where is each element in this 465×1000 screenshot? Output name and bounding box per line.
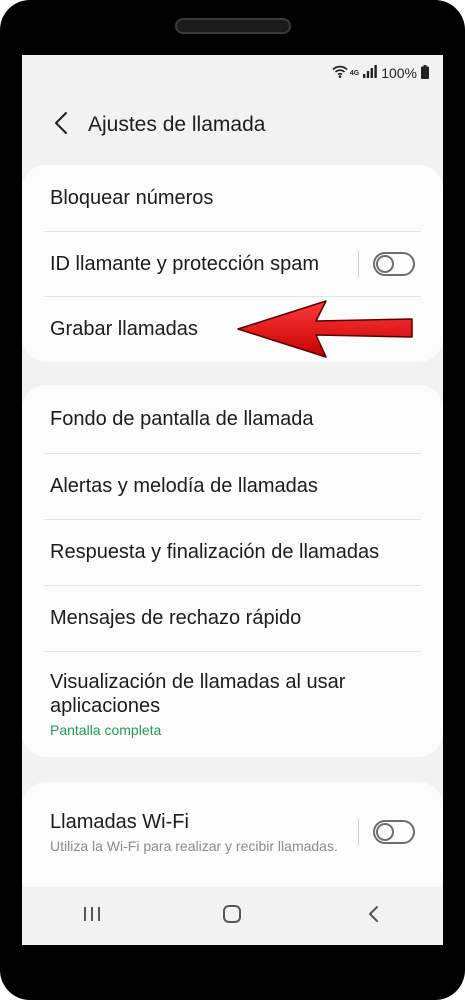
- nav-back-button[interactable]: [343, 896, 403, 936]
- setting-label: Mensajes de rechazo rápido: [50, 607, 302, 629]
- vertical-divider: [358, 250, 359, 277]
- setting-label: Bloquear números: [50, 187, 214, 209]
- wifi-calling-toggle[interactable]: [373, 820, 415, 844]
- setting-label: Alertas y melodía de llamadas: [50, 475, 318, 497]
- speaker-grille: [175, 18, 291, 34]
- setting-label: ID llamante y protección spam: [50, 252, 320, 275]
- setting-value: Pantalla completa: [50, 722, 162, 738]
- setting-caller-id-spam[interactable]: ID llamante y protección spam: [22, 231, 443, 296]
- battery-percentage: 100%: [381, 65, 417, 81]
- recents-icon: [83, 906, 101, 927]
- page-title: Ajustes de llamada: [88, 113, 266, 136]
- signal-icon: [363, 65, 377, 81]
- settings-card-wifi-calling: Llamadas Wi-Fi Utiliza la Wi-Fi para rea…: [22, 782, 443, 902]
- vertical-divider: [358, 819, 359, 845]
- setting-wifi-calling[interactable]: Llamadas Wi-Fi Utiliza la Wi-Fi para rea…: [22, 782, 443, 882]
- toggle-knob: [376, 254, 394, 273]
- screen: 4G 100% Ajustes de llamada Bloquear núme…: [22, 55, 443, 945]
- phone-frame: 4G 100% Ajustes de llamada Bloquear núme…: [0, 0, 465, 1000]
- navigation-bar: [22, 887, 443, 945]
- setting-call-display-in-apps[interactable]: Visualización de llamadas al usar aplica…: [22, 651, 443, 757]
- settings-card-call-display: Fondo de pantalla de llamada Alertas y m…: [22, 385, 443, 757]
- home-button[interactable]: [202, 896, 262, 936]
- caller-id-spam-toggle[interactable]: [373, 251, 415, 276]
- setting-alerts-ringtone[interactable]: Alertas y melodía de llamadas: [22, 453, 443, 519]
- setting-call-wallpaper[interactable]: Fondo de pantalla de llamada: [22, 385, 443, 453]
- back-button[interactable]: [44, 105, 78, 145]
- network-type: 4G: [349, 69, 360, 77]
- setting-text-block: Llamadas Wi-Fi Utiliza la Wi-Fi para rea…: [50, 810, 348, 855]
- chevron-left-icon: [54, 111, 68, 140]
- red-arrow-icon: [237, 300, 413, 358]
- setting-text-block: Visualización de llamadas al usar aplica…: [50, 670, 415, 738]
- home-icon: [222, 904, 242, 929]
- setting-description: Utiliza la Wi-Fi para realizar y recibir…: [50, 837, 338, 854]
- wifi-icon: [332, 65, 348, 81]
- setting-block-numbers[interactable]: Bloquear números: [22, 165, 443, 231]
- setting-answer-end-calls[interactable]: Respuesta y finalización de llamadas: [22, 519, 443, 585]
- setting-label: Llamadas Wi-Fi: [50, 810, 189, 833]
- nav-back-icon: [367, 905, 379, 928]
- toggle-knob: [376, 823, 394, 841]
- recents-button[interactable]: [62, 896, 122, 936]
- status-bar: 4G 100%: [332, 63, 429, 83]
- setting-label: Visualización de llamadas al usar aplica…: [50, 671, 346, 717]
- setting-label: Fondo de pantalla de llamada: [50, 408, 314, 430]
- battery-icon: [421, 64, 429, 82]
- setting-label: Respuesta y finalización de llamadas: [50, 541, 380, 563]
- setting-quick-decline-messages[interactable]: Mensajes de rechazo rápido: [22, 585, 443, 651]
- red-arrow-annotation: [234, 299, 416, 364]
- app-header: Ajustes de llamada: [22, 100, 443, 150]
- setting-label: Grabar llamadas: [50, 318, 198, 340]
